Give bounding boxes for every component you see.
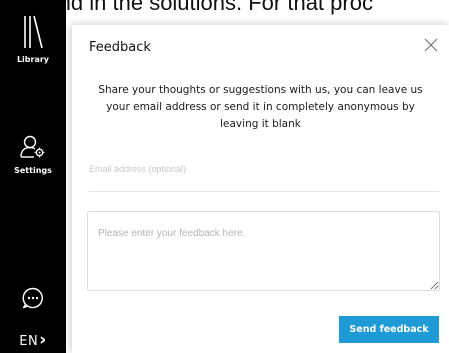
- email-field[interactable]: [89, 152, 439, 192]
- language-label: EN: [19, 334, 39, 349]
- feedback-dialog: Feedback Share your thoughts or suggesti…: [72, 25, 449, 353]
- chat-button[interactable]: [0, 286, 66, 315]
- sidebar-item-label: Library: [16, 55, 50, 64]
- close-button[interactable]: [423, 37, 439, 53]
- chat-icon: [22, 287, 43, 309]
- dialog-description: Share your thoughts or suggestions with …: [98, 84, 423, 130]
- settings-icon: [20, 135, 45, 158]
- page: may find in the solutions. For that proc…: [0, 0, 449, 353]
- background-page-text: may find in the solutions. For that proc: [0, 0, 373, 15]
- sidebar-item-settings[interactable]: Settings: [0, 135, 66, 175]
- language-selector[interactable]: EN›: [0, 330, 66, 350]
- feedback-textarea[interactable]: [87, 211, 440, 291]
- library-icon: [24, 15, 43, 49]
- sidebar-item-library[interactable]: Library: [0, 14, 66, 64]
- sidebar: Library Settings EN›: [0, 0, 66, 353]
- sidebar-item-label: Settings: [14, 166, 52, 175]
- chevron-right-icon: ›: [39, 330, 47, 350]
- send-feedback-button[interactable]: Send feedback: [339, 316, 439, 343]
- close-icon: [424, 38, 438, 52]
- dialog-title: Feedback: [89, 40, 151, 55]
